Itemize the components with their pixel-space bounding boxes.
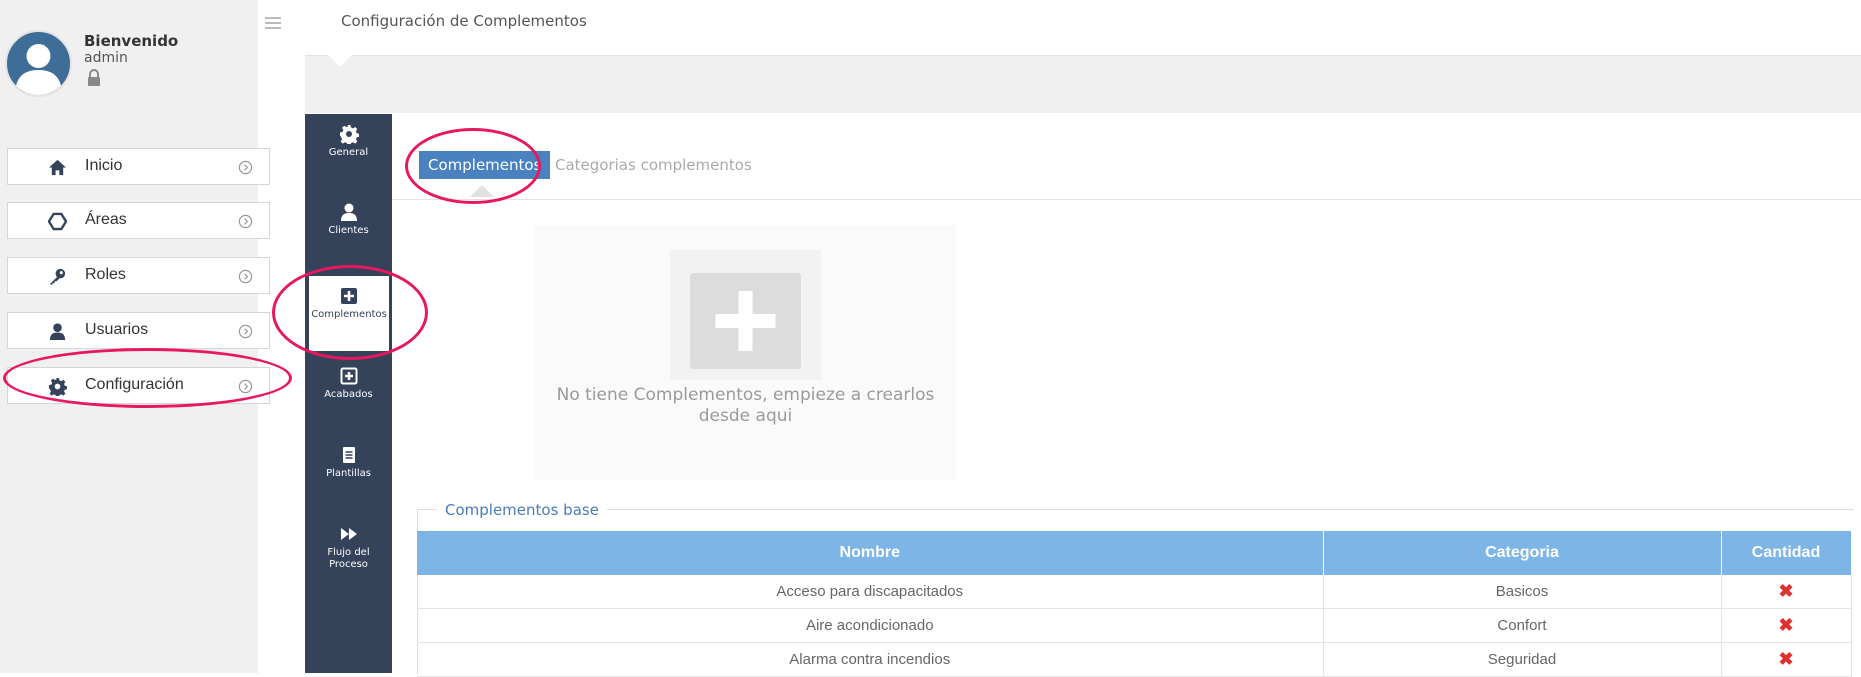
header-pointer	[328, 55, 352, 67]
add-complemento-button[interactable]	[690, 273, 801, 369]
delete-icon[interactable]: ✖	[1778, 615, 1793, 635]
empty-state: No tiene Complementos, empieze a crearlo…	[535, 225, 956, 480]
page-header: Configuración de Complementos	[305, 0, 1861, 56]
cell-cantidad: ✖	[1721, 608, 1852, 643]
document-icon	[342, 447, 355, 463]
empty-state-card[interactable]	[670, 250, 821, 380]
toolbar-item-label: General	[328, 147, 369, 158]
chevron-right-icon	[238, 160, 253, 175]
chevron-right-icon	[238, 324, 253, 339]
column-header-cantidad[interactable]: Cantidad	[1721, 531, 1852, 575]
lock-icon[interactable]	[86, 69, 102, 87]
toolbar-item-general[interactable]: General	[305, 114, 392, 184]
user-avatar-icon	[15, 44, 62, 95]
toolbar-item-clientes[interactable]: Clientes	[305, 192, 392, 262]
users-icon	[340, 203, 357, 221]
complementos-base-table: Nombre Categoria Cantidad Acceso para di…	[417, 531, 1852, 677]
tab-pointer	[470, 185, 494, 197]
menu-toggle-icon[interactable]	[265, 17, 281, 30]
page-title: Configuración de Complementos	[341, 12, 587, 30]
hexagon-icon	[48, 212, 67, 231]
sidebar-item-configuracion[interactable]: Configuración	[7, 367, 270, 404]
gear-icon	[48, 377, 67, 396]
delete-icon[interactable]: ✖	[1778, 649, 1793, 669]
table-header-row: Nombre Categoria Cantidad	[417, 531, 1852, 575]
chevron-right-icon	[238, 269, 253, 284]
cell-cantidad: ✖	[1721, 575, 1852, 609]
complementos-base-legend: Complementos base	[437, 501, 607, 519]
cell-categoria: Basicos	[1323, 575, 1722, 609]
plus-square-icon	[341, 288, 357, 304]
sidebar-item-roles[interactable]: Roles	[7, 257, 270, 294]
sidebar-item-label: Roles	[85, 266, 126, 283]
plus-icon	[715, 291, 776, 351]
username: admin	[84, 50, 128, 66]
toolbar-item-label: Acabados	[324, 389, 373, 400]
gear-icon	[339, 125, 359, 144]
cell-nombre: Aire acondicionado	[417, 608, 1324, 643]
welcome-text: Bienvenido	[84, 32, 179, 50]
fast-forward-icon	[340, 528, 357, 540]
key-icon	[49, 268, 66, 286]
tab-bar: Complementos Categorias complementos	[392, 114, 1861, 200]
toolbar-item-label: Plantillas	[326, 468, 371, 479]
toolbar-item-plantillas[interactable]: Plantillas	[305, 435, 392, 505]
sidebar-item-label: Áreas	[85, 211, 127, 228]
user-icon	[49, 323, 66, 341]
sidebar-item-label: Inicio	[85, 157, 123, 174]
sidebar-item-inicio[interactable]: Inicio	[7, 148, 270, 185]
toolbar-item-flujo[interactable]: Flujo del Proceso	[305, 514, 392, 584]
column-header-nombre[interactable]: Nombre	[417, 531, 1324, 575]
sidebar-item-usuarios[interactable]: Usuarios	[7, 312, 270, 349]
header-band	[305, 56, 1861, 113]
cell-cantidad: ✖	[1721, 642, 1852, 677]
plus-square-outline-icon	[340, 367, 357, 385]
empty-state-message: No tiene Complementos, empieze a crearlo…	[556, 385, 935, 426]
avatar[interactable]	[5, 30, 72, 97]
cell-nombre: Alarma contra incendios	[417, 642, 1324, 677]
home-icon	[48, 159, 67, 176]
chevron-right-icon	[238, 214, 253, 229]
toolbar-item-label: Complementos	[311, 309, 387, 320]
toolbar-item-complementos[interactable]: Complementos	[309, 276, 389, 351]
tab-complementos[interactable]: Complementos	[419, 151, 551, 179]
sidebar-item-label: Usuarios	[85, 321, 149, 338]
chevron-right-icon	[238, 379, 253, 394]
column-header-categoria[interactable]: Categoria	[1323, 531, 1722, 575]
sidebar-item-areas[interactable]: Áreas	[7, 202, 270, 239]
cell-nombre: Acceso para discapacitados	[417, 575, 1324, 609]
toolbar-item-label: Flujo del Proceso	[327, 547, 370, 570]
table-row: Alarma contra incendios Seguridad ✖	[417, 642, 1852, 677]
cell-categoria: Confort	[1323, 608, 1722, 643]
delete-icon[interactable]: ✖	[1778, 581, 1793, 601]
config-toolbar: General Clientes Complementos Acabados P…	[305, 114, 392, 673]
sidebar-item-label: Configuración	[85, 376, 184, 393]
table-row: Acceso para discapacitados Basicos ✖	[417, 575, 1852, 609]
tab-categorias-complementos[interactable]: Categorias complementos	[555, 151, 752, 179]
table-row: Aire acondicionado Confort ✖	[417, 608, 1852, 643]
toolbar-item-acabados[interactable]: Acabados	[305, 356, 392, 426]
cell-categoria: Seguridad	[1323, 642, 1722, 677]
toolbar-item-label: Clientes	[328, 225, 369, 236]
